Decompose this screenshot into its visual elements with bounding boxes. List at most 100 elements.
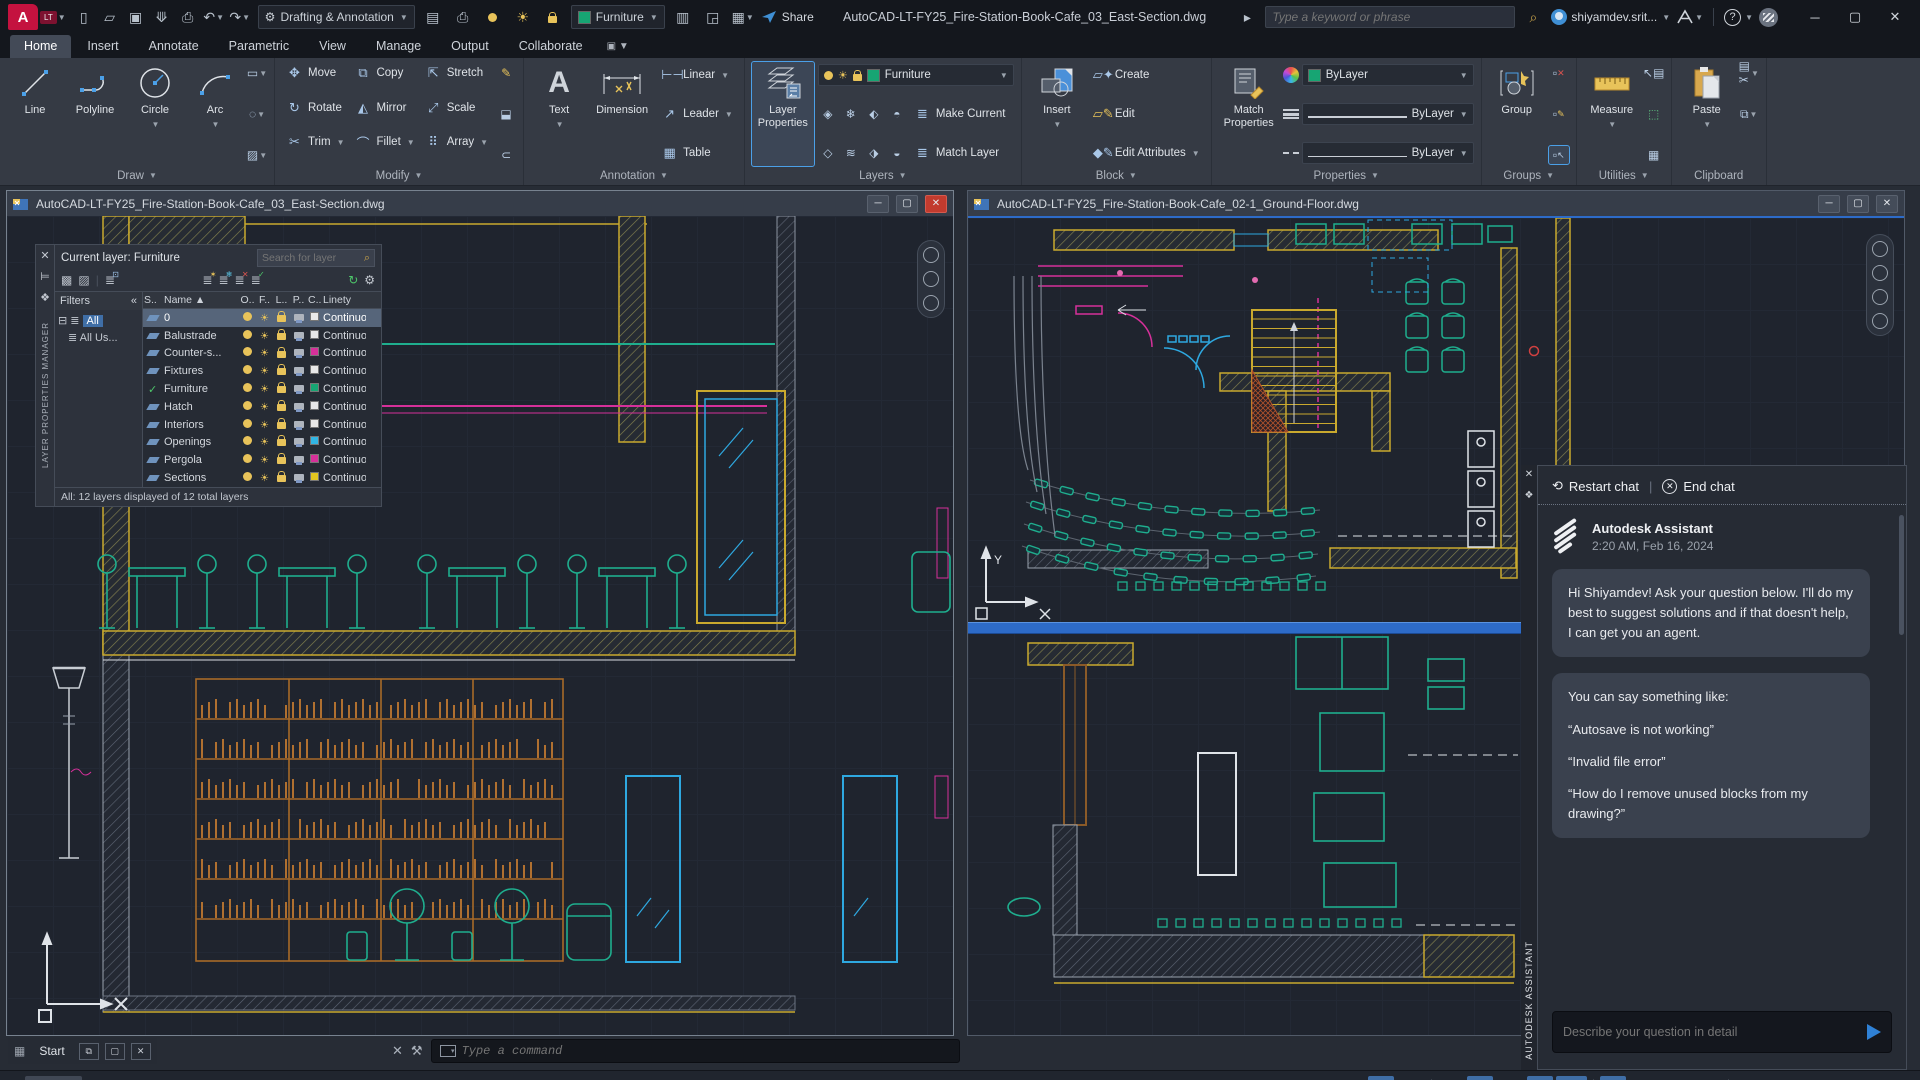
redo-button[interactable]: ↷▼	[228, 5, 252, 29]
new-sheet-icon[interactable]: ▤	[421, 5, 445, 29]
snap-mode[interactable]: ⠿▼	[1397, 1076, 1425, 1080]
rectangle-tool-icon[interactable]: ▭▼	[247, 64, 267, 82]
layer-row-counter-s-[interactable]: Counter-s...☀Continuous	[143, 345, 381, 363]
panel-label-draw[interactable]: Draw▼	[0, 166, 274, 185]
right-window-restore-button[interactable]: ▢	[1847, 195, 1869, 213]
tab-output[interactable]: Output	[437, 35, 503, 58]
tab-manage[interactable]: Manage	[362, 35, 435, 58]
layer-off-icon[interactable]: ◓	[887, 105, 907, 123]
layer-row-openings[interactable]: Openings☀Continuous	[143, 434, 381, 452]
layer-unlock-all-icon[interactable]: ⬗	[864, 144, 884, 162]
layer-row-hatch[interactable]: Hatch☀Continuous	[143, 398, 381, 416]
expand-arrow-icon[interactable]: ▸	[1235, 5, 1259, 29]
auto-scale[interactable]: A*	[1629, 1076, 1655, 1080]
tab-home[interactable]: Home	[10, 35, 71, 58]
layer-properties-button[interactable]: Layer Properties	[752, 62, 814, 166]
new-layer-icon[interactable]: ≣✶	[202, 273, 212, 287]
collapse-filters-icon[interactable]: «	[131, 295, 137, 307]
orbit-icon[interactable]	[1872, 313, 1888, 329]
edit-block-button[interactable]: ▱✎Edit	[1089, 103, 1204, 125]
workspace-switching[interactable]: ⚙▼	[1735, 1076, 1765, 1080]
panel-label-groups[interactable]: Groups▼	[1482, 166, 1576, 185]
pan-icon[interactable]	[1872, 265, 1888, 281]
layer-lock-icon[interactable]: ⬖	[864, 105, 884, 123]
isolate-objects[interactable]: ◎	[1797, 1076, 1823, 1080]
line-button[interactable]: Line	[7, 62, 63, 166]
array-button[interactable]: ⠿Array▼	[421, 131, 492, 153]
open-file-button[interactable]: ▱	[98, 5, 122, 29]
save-button[interactable]: ▣	[124, 5, 148, 29]
create-block-button[interactable]: ▱✦Create	[1089, 64, 1204, 86]
layer-thaw-icon[interactable]: ☀	[511, 5, 535, 29]
leader-button[interactable]: ↗Leader▼	[657, 103, 737, 125]
layer-row-sections[interactable]: Sections☀Continuous	[143, 469, 381, 487]
tab-layout1[interactable]: Layout1	[84, 1076, 151, 1080]
explode-icon[interactable]: ⬓	[496, 105, 516, 123]
stretch-button[interactable]: ⇱Stretch	[421, 62, 492, 84]
full-navigation-wheel-icon[interactable]	[923, 247, 939, 263]
search-input[interactable]	[1272, 10, 1508, 24]
right-window-title-bar[interactable]: AutoCAD-LT-FY25_Fire-Station-Book-Cafe_0…	[968, 191, 1904, 216]
search-icon[interactable]: ⌕	[1521, 5, 1545, 29]
fillet-button[interactable]: ⌒Fillet▼	[350, 131, 418, 153]
layer-row-0[interactable]: 0☀Continuous	[143, 309, 381, 327]
panel-label-utilities[interactable]: Utilities▼	[1577, 166, 1671, 185]
refresh-icon[interactable]: ↻	[348, 273, 358, 287]
model-paper-toggle[interactable]: MODEL	[1315, 1076, 1366, 1080]
lineweight-dropdown[interactable]: ByLayer ▼	[1302, 103, 1474, 125]
panel-label-layers[interactable]: Layers▼	[745, 166, 1021, 185]
trim-button[interactable]: ✂Trim▼	[282, 131, 348, 153]
layer-unlock-icon[interactable]	[541, 5, 565, 29]
command-recent-icon[interactable]: ▾	[440, 1045, 456, 1057]
autodesk-apps-button[interactable]: ▼	[1676, 9, 1703, 25]
isometric-drafting[interactable]: ◇▼	[1496, 1076, 1524, 1080]
circle-button[interactable]: Circle ▼	[127, 62, 183, 166]
app-menu-button[interactable]: A LT ▼	[8, 4, 66, 30]
tab-layout2[interactable]: Layout2	[153, 1076, 220, 1080]
dimension-button[interactable]: Dimension	[591, 62, 653, 166]
select-window-icon[interactable]: ⬚	[1644, 105, 1664, 123]
tab-model[interactable]: Model	[25, 1076, 82, 1080]
filter-all-used[interactable]: ≣ All Us...	[68, 331, 139, 344]
restart-chat-button[interactable]: ⟲ Restart chat	[1552, 478, 1639, 494]
undo-button[interactable]: ↶▼	[202, 5, 226, 29]
object-color-dropdown[interactable]: ByLayer ▼	[1302, 64, 1474, 86]
set-current-layer-icon[interactable]: ≣✓	[251, 273, 261, 287]
command-input-field[interactable]: ▾	[431, 1039, 960, 1063]
left-drawing-canvas[interactable]: ✕ ⊨ ❖ LAYER PROPERTIES MANAGER Current l…	[7, 216, 953, 1035]
send-icon[interactable]	[1867, 1024, 1881, 1040]
open-from-web-icon[interactable]: ▥	[671, 5, 695, 29]
match-layer-button[interactable]: ≣Match Layer	[910, 142, 1003, 164]
mirror-button[interactable]: ◭Mirror	[350, 97, 418, 119]
new-frozen-layer-icon[interactable]: ≣❄	[218, 273, 228, 287]
quick-layer-dropdown[interactable]: Furniture ▼	[571, 5, 665, 29]
command-close-icon[interactable]: ✕	[392, 1043, 403, 1059]
ungroup-icon[interactable]: ▫✕	[1549, 64, 1569, 82]
layer-row-furniture[interactable]: ✓Furniture☀Continuous	[143, 380, 381, 398]
polyline-button[interactable]: Polyline	[67, 62, 123, 166]
tab-overview-icon[interactable]: ⧉	[79, 1043, 99, 1060]
layer-row-fixtures[interactable]: Fixtures☀Continuous	[143, 362, 381, 380]
right-window-minimize-button[interactable]: ─	[1818, 195, 1840, 213]
palette-autohide-icon[interactable]: ⊨	[40, 270, 50, 283]
cut-icon[interactable]: ▤✂▼	[1739, 64, 1759, 82]
make-current-button[interactable]: ≣Make Current	[910, 103, 1010, 125]
tab-annotate[interactable]: Annotate	[135, 35, 213, 58]
tab-close-icon[interactable]: ✕	[131, 1043, 151, 1060]
search-field[interactable]	[1265, 6, 1515, 28]
share-button[interactable]: Share	[761, 10, 814, 24]
assistant-input-field[interactable]	[1552, 1011, 1892, 1053]
linetype-dropdown[interactable]: ByLayer ▼	[1302, 142, 1474, 164]
ribbon-display-toggle[interactable]: ▣ ▼	[599, 37, 637, 58]
tab-insert[interactable]: Insert	[73, 35, 132, 58]
layer-freeze-icon[interactable]: ❄	[841, 105, 861, 123]
tab-collaborate[interactable]: Collaborate	[505, 35, 597, 58]
layer-row-balustrade[interactable]: Balustrade☀Continuous	[143, 327, 381, 345]
layer-states-icon[interactable]: ≣⊡	[105, 273, 115, 287]
left-window-close-button[interactable]: ✕	[925, 195, 947, 213]
layer-on-all-icon[interactable]: ◒	[887, 144, 907, 162]
layer-dropdown[interactable]: ☀ Furniture ▼	[818, 64, 1014, 86]
hatch-tool-icon[interactable]: ▨▼	[247, 146, 267, 164]
quick-calculator-icon[interactable]: ▦	[1644, 146, 1664, 164]
tab-maximize-icon[interactable]: ▢	[105, 1043, 125, 1060]
